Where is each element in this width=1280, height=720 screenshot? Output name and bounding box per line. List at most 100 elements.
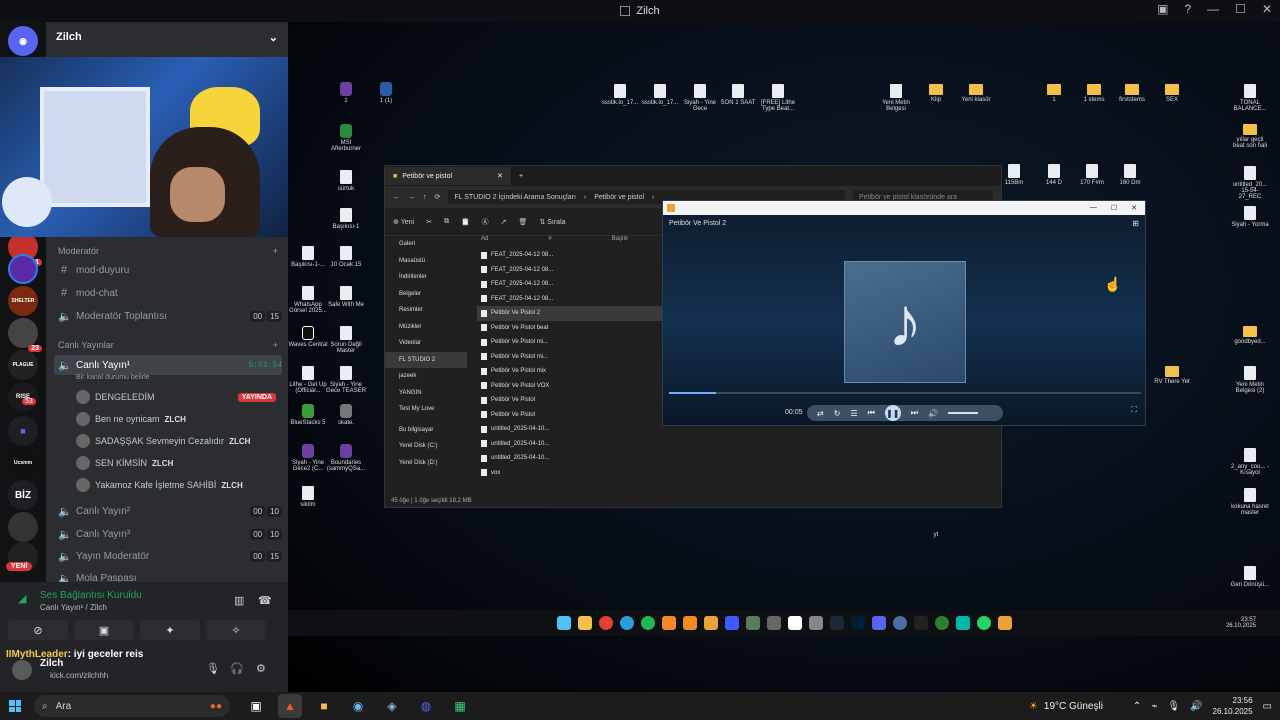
desktop-icon[interactable]: 2_any_cou... - Kısayol	[1230, 448, 1270, 476]
discord-home-icon[interactable]: ◉	[8, 26, 38, 56]
explorer-icon[interactable]	[577, 616, 592, 630]
volume-icon[interactable]: 🔊	[928, 409, 938, 418]
desktop-icon[interactable]: Boundaries (sammyQSa...	[326, 444, 366, 472]
edge-icon[interactable]	[619, 616, 634, 630]
forward-icon[interactable]: →	[408, 194, 415, 201]
rename-icon[interactable]: Ⓐ	[482, 217, 489, 227]
start-icon[interactable]	[556, 616, 571, 630]
file-row[interactable]: Petibör Ve Pistol VOX	[477, 379, 663, 394]
close-tab-icon[interactable]: ✕	[497, 172, 503, 180]
refresh-icon[interactable]: ⟳	[435, 193, 441, 201]
brave-icon[interactable]: ▲	[278, 694, 302, 718]
seek-bar[interactable]	[669, 392, 1141, 394]
file-list-header[interactable]: Ad # Başlık	[477, 236, 663, 248]
activities-button[interactable]: ✦	[140, 620, 200, 640]
file-row[interactable]: FEAT_2025-04-12 08...	[477, 277, 663, 292]
desktop-icon[interactable]: yt	[916, 532, 956, 538]
file-row[interactable]: untitled_2025-04-10...	[477, 437, 663, 452]
category-canli-yayinlar[interactable]: Canlı Yayınlar +	[58, 340, 278, 350]
app-icon[interactable]	[724, 616, 739, 630]
desktop-icon[interactable]: Klip	[916, 84, 956, 103]
share-icon[interactable]: ↗	[501, 218, 507, 226]
back-icon[interactable]: ←	[393, 194, 400, 201]
volume-icon[interactable]: 🔊	[1190, 701, 1202, 712]
desktop-icon[interactable]: Geri Dönüşü...	[1230, 566, 1270, 588]
new-button[interactable]: ⊕ Yeni	[393, 218, 414, 226]
voice-member[interactable]: Ben ne oynicam ZLCH	[76, 410, 276, 428]
file-row[interactable]: FEAT_2025-04-12 08...	[477, 248, 663, 263]
desktop-icon[interactable]: 10 Ocak 15	[326, 246, 366, 268]
app-icon[interactable]: ◈	[380, 694, 404, 718]
sidebar-item[interactable]: Müzikler	[385, 319, 467, 336]
cut-icon[interactable]: ✂	[426, 218, 432, 226]
voice-channel[interactable]: 🔈 Canlı Yayın² 00 10	[54, 501, 282, 521]
file-row[interactable]: Petibör Ve Pistol	[477, 393, 663, 408]
file-row-selected[interactable]: Petibör Ve Pistol 2	[477, 306, 663, 321]
sort-button[interactable]: ⇅ Sırala	[539, 218, 565, 226]
desktop-icon[interactable]: Waves Central	[288, 326, 328, 348]
app-icon[interactable]	[892, 616, 907, 630]
fl-studio-icon[interactable]	[682, 616, 697, 630]
file-row[interactable]: Petibör Ve Pistol mi...	[477, 335, 663, 350]
headphones-icon[interactable]: 🎧	[230, 662, 244, 675]
steam-icon[interactable]: ◉	[346, 694, 370, 718]
add-channel-icon[interactable]: +	[273, 246, 278, 256]
up-icon[interactable]: ↑	[423, 194, 427, 201]
app-icon[interactable]	[934, 616, 949, 630]
server-icon[interactable]: 23	[8, 318, 42, 352]
desktop-icon[interactable]: SEX	[1152, 84, 1192, 103]
desktop-icon[interactable]: Başıkısı-1	[326, 208, 366, 230]
file-row[interactable]: untitled_2025-04-10...	[477, 451, 663, 466]
settings-icon[interactable]	[766, 616, 781, 630]
file-row[interactable]: FEAT_2025-04-12 08...	[477, 263, 663, 278]
close-button[interactable]: ✕	[1131, 204, 1137, 212]
desktop-icon[interactable]: firststems	[1112, 84, 1152, 103]
desktop-icon[interactable]: RV There Yet	[1152, 366, 1192, 385]
sidebar-item[interactable]: İndirilenler	[385, 269, 467, 286]
pause-button[interactable]: ❚❚	[884, 405, 901, 421]
server-ucs[interactable]: Ucsmm	[8, 448, 38, 478]
desktop-icon[interactable]: 1	[1034, 84, 1074, 103]
delete-icon[interactable]: 🗑	[519, 218, 528, 226]
desktop-icon[interactable]: untitled_20... 15-54-27_REC	[1230, 166, 1270, 200]
minimize-button[interactable]: —	[1207, 2, 1219, 16]
settings-gear-icon[interactable]: ⚙	[256, 662, 266, 675]
sidebar-item[interactable]: Yerel Disk (C:)	[385, 438, 467, 455]
voice-member[interactable]: SADAŞŞAK Sevmeyin Cezalıdır ZLCH	[76, 432, 276, 450]
app-icon[interactable]	[808, 616, 823, 630]
app-icon[interactable]: ▦	[448, 694, 472, 718]
soundboard-button[interactable]: ✧	[206, 620, 266, 640]
shuffle-icon[interactable]: ⇄	[817, 409, 824, 418]
sidebar-item[interactable]: jazeek	[385, 368, 467, 385]
fl-studio-icon[interactable]	[661, 616, 676, 630]
desktop-icon[interactable]: BlueStacks 5	[288, 404, 328, 426]
channel-status[interactable]: Bir kanal durumu belirle	[76, 374, 150, 381]
desktop-icon[interactable]: 170 F#m	[1072, 164, 1112, 186]
desktop-icon[interactable]: Safe With Me	[326, 286, 366, 308]
copy-icon[interactable]: ⧉	[444, 218, 449, 226]
desktop-icon[interactable]: SON 1 SAAT	[718, 84, 758, 106]
folder-icon[interactable]: ■	[8, 416, 38, 446]
desktop-icon[interactable]: Siyah - Yine Gece	[680, 84, 720, 112]
desktop-icon[interactable]: yıllar geçti beat son hali	[1230, 124, 1270, 149]
new-tab-button[interactable]: +	[519, 173, 523, 180]
app-icon[interactable]	[955, 616, 970, 630]
new-badge[interactable]: YENİ	[6, 562, 33, 571]
repeat-icon[interactable]: ↻	[834, 409, 841, 418]
desktop-icon[interactable]: Yeni Metin Belgesi	[876, 84, 916, 112]
desktop-icon[interactable]: Siyah - Yine Gece2 (C...	[288, 444, 328, 472]
desktop-icon[interactable]: Başıkısı-1-...	[288, 246, 328, 268]
sidebar-item[interactable]: YANGIN	[385, 385, 467, 402]
avatar[interactable]	[12, 660, 32, 680]
voice-member[interactable]: DENGELEDİM YAYINDA	[76, 388, 276, 406]
notification-icon[interactable]: ▣	[1157, 2, 1168, 16]
file-row[interactable]: Petibör Ve Pistol	[477, 408, 663, 423]
desktop-icon[interactable]: Lithe - Get Up (Official...	[288, 366, 328, 394]
task-view-icon[interactable]: ▣	[244, 694, 268, 718]
help-icon[interactable]: ?	[1184, 2, 1191, 16]
desktop-icon[interactable]: Siyah - Yine Gece TEASER	[326, 366, 366, 394]
volume-slider[interactable]	[947, 412, 978, 414]
voice-member[interactable]: SEN KİMSİN ZLCH	[76, 454, 276, 472]
weather-widget[interactable]: ☀ 19°C Güneşli	[1029, 701, 1103, 712]
channel-mod-chat[interactable]: # mod-chat	[54, 283, 282, 303]
